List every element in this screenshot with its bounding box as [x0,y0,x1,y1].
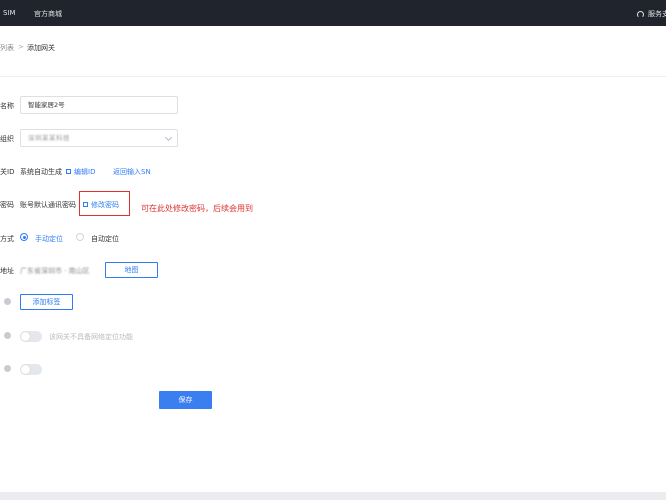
manual-location-radio[interactable] [20,233,28,241]
gateway-id-value: 系统自动生成 [20,168,62,176]
extra-info-icon [4,365,11,372]
customer-service-button[interactable]: 服务支 [637,9,666,19]
address-value: 广东省深圳市 · 南山区 [20,267,90,275]
edit-id-label: 编辑ID [74,168,96,176]
extra-switch[interactable] [20,364,42,375]
positioning-hint: 该网关不具备网络定位功能 [49,333,133,341]
password-annotation: 可在此处修改密码，后续会用到 [141,204,253,213]
edit-icon [66,169,71,174]
positioning-switch[interactable] [20,331,42,342]
auto-location-radio[interactable] [76,233,84,241]
name-input-value: 智能家居2号 [28,101,65,109]
map-button[interactable]: 地图 [105,262,158,278]
add-tag-button[interactable]: 添加标签 [20,294,73,310]
breadcrumb-parent[interactable]: 列表 [0,43,14,53]
password-value: 账号默认通讯密码 [20,201,76,209]
change-password-label: 修改密码 [91,201,119,209]
enter-sn-link[interactable]: 返回输入SN [113,167,151,177]
nav-official-store[interactable]: 官方商城 [34,9,62,19]
save-button[interactable]: 保存 [159,391,212,409]
nav-sim[interactable]: SIM [3,9,16,17]
org-label: 组织 [0,135,14,143]
breadcrumb [0,34,666,77]
change-password-link[interactable]: 修改密码 [83,200,119,210]
tags-info-icon [4,298,11,305]
footer-strip [0,492,666,500]
manual-location-label[interactable]: 手动定位 [35,234,63,244]
headset-icon [637,10,644,18]
chevron-down-icon [164,133,173,142]
name-input[interactable]: 智能家居2号 [20,96,178,114]
breadcrumb-separator-icon: > [18,43,24,51]
name-label: 名称 [0,102,14,110]
edit-password-icon [83,202,88,207]
top-navigation-bar: SIM 官方商城 服务支 [0,0,666,26]
location-mode-label: 方式 [0,235,14,243]
gateway-id-label: 关ID [0,168,15,176]
customer-service-label: 服务支 [648,10,666,18]
org-select-value: 深圳某某科技 [28,134,70,142]
address-label: 地址 [0,267,14,275]
positioning-info-icon [4,332,11,339]
auto-location-label[interactable]: 自动定位 [91,234,119,244]
org-select[interactable]: 深圳某某科技 [20,129,178,147]
password-label: 密码 [0,201,14,209]
breadcrumb-current: 添加网关 [27,44,55,52]
edit-id-link[interactable]: 编辑ID [66,167,95,177]
